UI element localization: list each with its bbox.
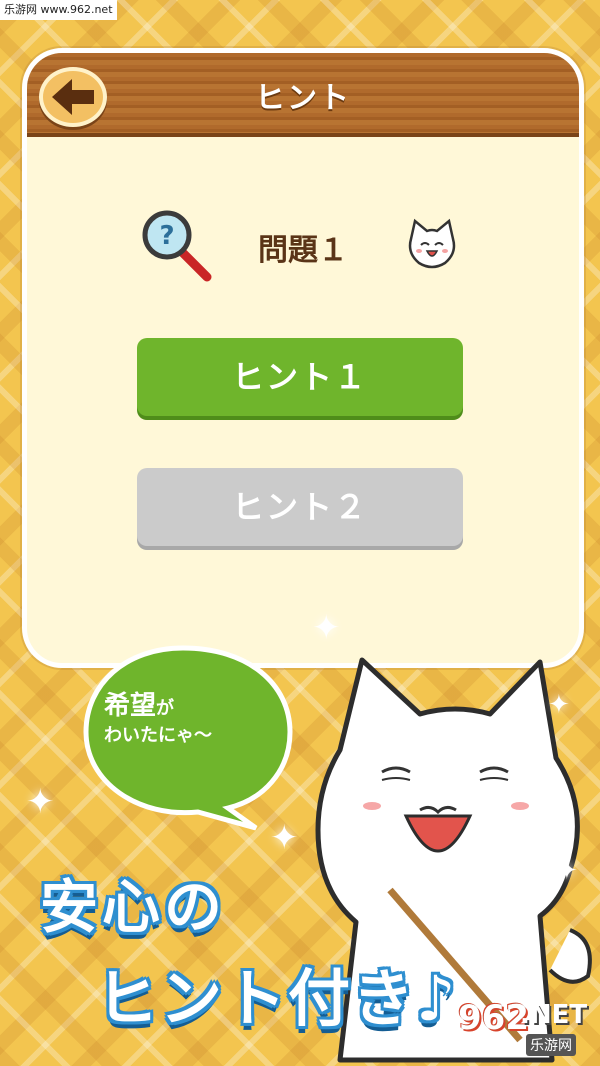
bubble-line1-small: が [156, 698, 175, 719]
hint-panel: ヒント ? 問題１ ヒント１ ヒント２ [22, 48, 584, 668]
hint-2-button[interactable]: ヒント２ [137, 468, 463, 546]
site-logo-suffix: .NET [520, 1000, 588, 1030]
panel-header: ヒント [27, 53, 579, 137]
slogan-line1: 安心の [40, 873, 227, 941]
slogan-line2: ヒント付き♪ [96, 962, 458, 1035]
sparkle-icon: ✦ [270, 818, 299, 858]
sparkle-icon: ✦ [26, 782, 55, 822]
bubble-line2: わいたにゃ〜 [104, 724, 212, 746]
site-watermark: 乐游网 www.962.net [0, 0, 117, 20]
sparkle-icon: ✦ [312, 608, 341, 648]
sparkle-icon: ✦ [556, 856, 578, 886]
hint-1-button[interactable]: ヒント１ [137, 338, 463, 416]
site-logo: 962 .NET 乐游网 [458, 990, 598, 1062]
question-label: 問題１ [258, 233, 348, 268]
site-logo-number: 962 [458, 998, 529, 1038]
bubble-text: 希望が わいたにゃ〜 [104, 691, 284, 747]
sparkle-icon: ✦ [548, 690, 570, 720]
bubble-line1-big: 希望 [104, 691, 157, 721]
question-row: ? 問題１ [27, 210, 579, 283]
site-logo-chinese: 乐游网 [526, 1034, 576, 1056]
cat-face-icon [408, 218, 456, 269]
page-title: ヒント [255, 81, 351, 116]
